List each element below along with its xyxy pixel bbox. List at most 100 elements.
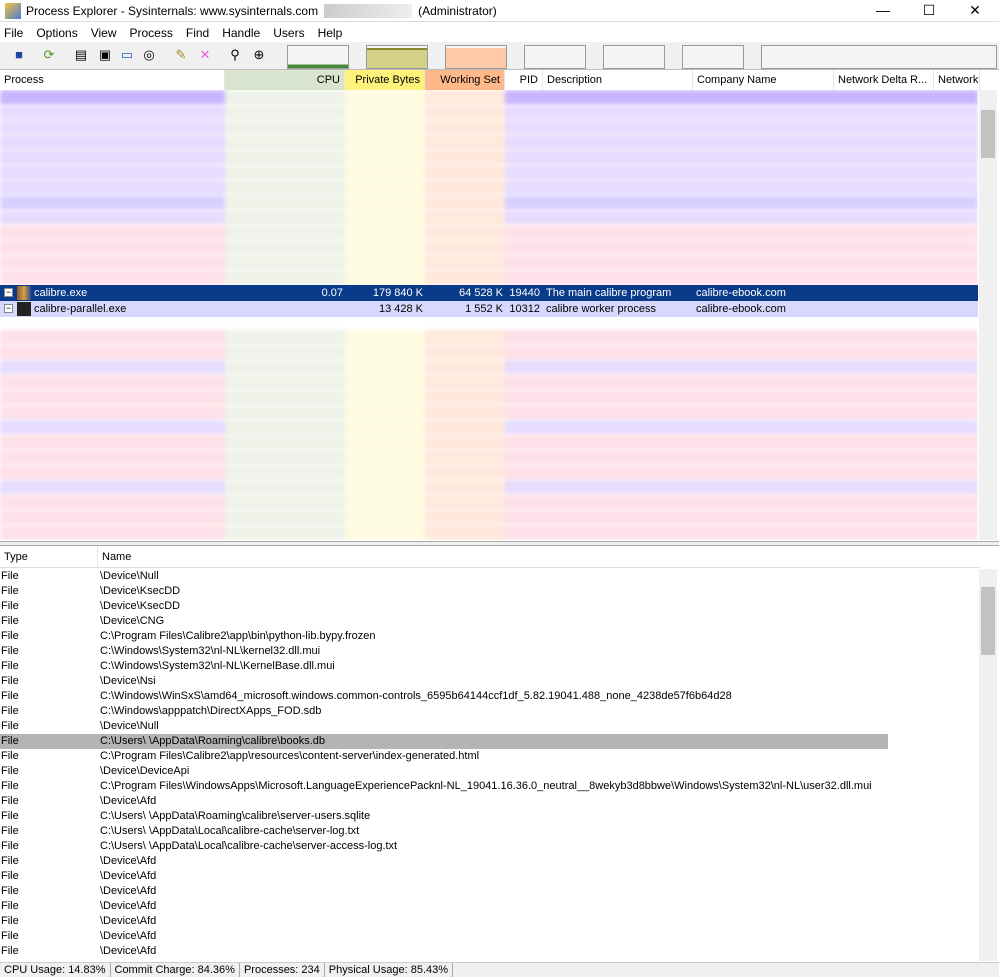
menu-handle[interactable]: Handle (222, 26, 260, 40)
menu-users[interactable]: Users (273, 26, 304, 40)
gpu-graph[interactable] (761, 45, 997, 69)
menu-process[interactable]: Process (130, 26, 173, 40)
io-graph[interactable] (524, 45, 586, 69)
handle-row[interactable]: File \Device\Null (0, 719, 978, 734)
title-bar: Process Explorer - Sysinternals: www.sys… (0, 0, 999, 22)
handle-row[interactable]: File C:\Windows\WinSxS\amd64_microsoft.wi… (0, 689, 978, 704)
handle-row[interactable]: File C:\Users\ \AppData\Local\calibre-cac… (0, 839, 978, 854)
handle-name: \Device\Null (100, 570, 159, 582)
redacted-process-row (0, 150, 978, 165)
redacted-process-row (0, 180, 978, 195)
process-list-scrollbar[interactable] (979, 90, 997, 540)
column-company-name[interactable]: Company Name (693, 70, 834, 90)
column-type[interactable]: Type (0, 546, 98, 568)
handle-row[interactable]: File \Device\Nsi (0, 674, 978, 689)
handle-row[interactable]: File C:\Users\ \AppData\Roaming\calibre\s… (0, 809, 978, 824)
handle-type: File (1, 855, 19, 867)
kill-process-icon[interactable]: ✕ (196, 46, 214, 64)
redacted-process-row (0, 390, 978, 405)
handle-name: \Device\KsecDD (100, 600, 181, 612)
close-button[interactable]: ✕ (952, 0, 998, 22)
handle-row[interactable]: File \Device\Afd (0, 914, 978, 929)
menu-view[interactable]: View (91, 26, 117, 40)
maximize-button[interactable]: ☐ (906, 0, 952, 22)
window-icon[interactable]: ▭ (118, 46, 136, 64)
process-name: calibre.exe (34, 287, 88, 299)
save-icon[interactable]: ■ (10, 46, 28, 64)
handle-row[interactable]: File C:\Windows\System32\nl-NL\KernelBase… (0, 659, 978, 674)
handle-row[interactable]: File C:\Program Files\WindowsApps\Microso… (0, 779, 978, 794)
redacted-process-row (0, 120, 978, 135)
redacted-process-row (0, 525, 978, 540)
handle-name: C:\Windows\apppatch\DirectXApps_FOD.sdb (100, 705, 322, 717)
handle-name: C:\Users\ \AppData\Local\calibre-cache\s… (100, 840, 398, 852)
collapse-icon[interactable]: − (4, 304, 13, 313)
status-bar: CPU Usage: 14.83% Commit Charge: 84.36% … (0, 962, 999, 977)
handle-row[interactable]: File \Device\Afd (0, 884, 978, 899)
column-pid[interactable]: PID (505, 70, 543, 90)
process-row[interactable]: − calibre.exe 0.07 179 840 K 64 528 K 19440 Th… (0, 285, 978, 301)
target-icon[interactable]: ⊕ (250, 46, 268, 64)
handle-row[interactable]: File \Device\Afd (0, 794, 978, 809)
handle-row[interactable]: File \Device\DeviceApi (0, 764, 978, 779)
handle-row[interactable]: File C:\Windows\apppatch\DirectXApps_FOD.… (0, 704, 978, 719)
handle-name: \Device\Afd (100, 855, 157, 867)
handle-row[interactable]: File \Device\KsecDD (0, 599, 978, 614)
handle-type: File (1, 720, 19, 732)
column-cpu[interactable]: CPU (225, 70, 345, 90)
handle-row[interactable]: File \Device\Afd (0, 944, 978, 959)
column-description[interactable]: Description (543, 70, 693, 90)
handle-name: \Device\Afd (100, 900, 157, 912)
menu-options[interactable]: Options (36, 26, 77, 40)
find-icon[interactable]: ⚲ (226, 46, 244, 64)
handle-list[interactable]: File \Device\Null File \Device\KsecDD File \D… (0, 569, 978, 961)
handle-row[interactable]: File C:\Program Files\Calibre2\app\bin\py… (0, 629, 978, 644)
handle-row[interactable]: File \Device\Null (0, 569, 978, 584)
refresh-icon[interactable]: ⟳ (40, 46, 58, 64)
handle-row[interactable]: File C:\Program Files\Calibre2\app\resour… (0, 749, 978, 764)
disk-graph[interactable] (682, 45, 744, 69)
handle-type: File (1, 675, 19, 687)
handle-row[interactable]: File C:\Windows\System32\nl-NL\kernel32.d… (0, 644, 978, 659)
handle-row[interactable]: File \Device\Afd (0, 899, 978, 914)
column-private-bytes[interactable]: Private Bytes (345, 70, 425, 90)
redacted-process-row (0, 345, 978, 360)
network-graph[interactable] (603, 45, 665, 69)
commit-graph[interactable] (366, 45, 428, 69)
handle-name: \Device\Afd (100, 915, 157, 927)
handle-name: \Device\DeviceApi (100, 765, 190, 777)
handle-row[interactable]: File \Device\Afd (0, 869, 978, 884)
column-working-set[interactable]: Working Set (425, 70, 505, 90)
menu-file[interactable]: File (4, 26, 23, 40)
cpu-graph[interactable] (287, 45, 349, 69)
properties-icon[interactable]: ▣ (96, 46, 114, 64)
column-process[interactable]: Process (0, 70, 225, 90)
column-network[interactable]: Network (934, 70, 980, 90)
handle-row[interactable]: File \Device\Afd (0, 929, 978, 944)
options-icon[interactable]: ✎ (172, 46, 190, 64)
collapse-icon[interactable]: − (4, 288, 13, 297)
process-row[interactable]: − calibre-parallel.exe 13 428 K 1 552 K 1031… (0, 301, 978, 317)
handle-name: \Device\CNG (100, 615, 165, 627)
system-info-icon[interactable]: ▤ (72, 46, 90, 64)
column-network-delta-r-[interactable]: Network Delta R... (834, 70, 934, 90)
minimize-button[interactable]: — (860, 0, 906, 22)
process-list[interactable]: − calibre.exe 0.07 179 840 K 64 528 K 19440 Th… (0, 90, 978, 540)
handle-row[interactable]: File \Device\Afd (0, 854, 978, 869)
handle-type: File (1, 915, 19, 927)
handle-row[interactable]: File C:\Users\ \AppData\Roaming\calibre\b… (0, 734, 888, 749)
handle-type: File (1, 825, 19, 837)
menu-find[interactable]: Find (186, 26, 209, 40)
physical-memory-graph[interactable] (445, 45, 507, 69)
handle-name: C:\Windows\System32\nl-NL\KernelBase.dll… (100, 660, 335, 672)
redacted-process-row (0, 330, 978, 345)
menu-help[interactable]: Help (318, 26, 343, 40)
handle-row[interactable]: File \Device\KsecDD (0, 584, 978, 599)
handle-row[interactable]: File \Device\CNG (0, 614, 978, 629)
column-name[interactable]: Name (98, 546, 978, 568)
handle-row[interactable]: File C:\Users\ \AppData\Local\calibre-cac… (0, 824, 978, 839)
handle-list-scrollbar[interactable] (979, 569, 997, 961)
handle-name: C:\Users\ \AppData\Local\calibre-cache\s… (100, 825, 360, 837)
handle-name: \Device\Afd (100, 795, 157, 807)
dll-icon[interactable]: ◎ (140, 46, 158, 64)
